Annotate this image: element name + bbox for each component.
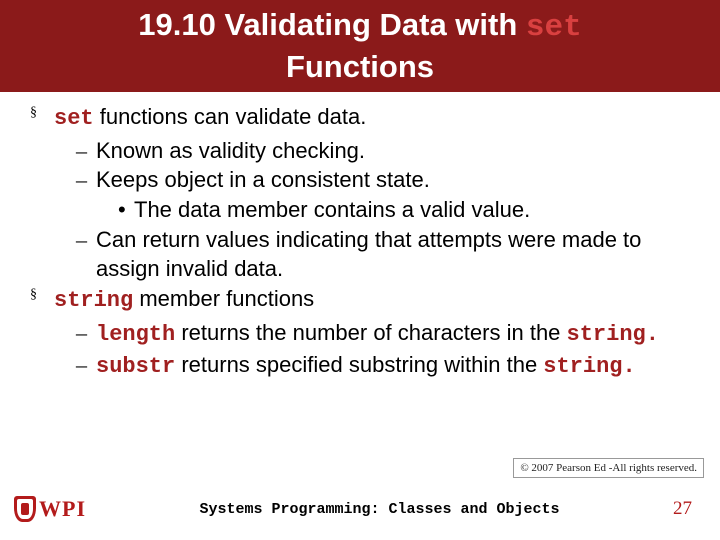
keyword-string-2b: string xyxy=(543,354,622,379)
footer: WPI Systems Programming: Classes and Obj… xyxy=(0,496,720,522)
title-post: Functions xyxy=(286,49,434,84)
dot-2b: . xyxy=(623,354,636,379)
bullet-1: set functions can validate data. xyxy=(22,102,698,134)
keyword-string: string xyxy=(54,288,133,313)
title-keyword: set xyxy=(526,10,582,45)
keyword-string-2a: string xyxy=(567,322,646,347)
copyright-box: © 2007 Pearson Ed -All rights reserved. xyxy=(513,458,704,478)
bullet-1b: Keeps object in a consistent state. xyxy=(22,165,698,195)
bullet-1a: Known as validity checking. xyxy=(22,136,698,166)
title-pre: 19.10 Validating Data with xyxy=(138,7,526,42)
slide-title: 19.10 Validating Data with set Functions xyxy=(0,0,720,92)
keyword-set: set xyxy=(54,106,94,131)
dot-2a: . xyxy=(646,322,659,347)
shield-icon xyxy=(14,496,36,522)
bullet-1c: Can return values indicating that attemp… xyxy=(22,225,698,284)
bullet-2a: length returns the number of characters … xyxy=(22,318,698,350)
logo-text: WPI xyxy=(39,496,86,522)
slide-body: set functions can validate data. Known a… xyxy=(0,92,720,381)
keyword-substr: substr xyxy=(96,354,175,379)
bullet-2-text: member functions xyxy=(133,286,314,311)
page-number: 27 xyxy=(673,498,692,520)
bullet-1b1: The data member contains a valid value. xyxy=(22,195,698,225)
bullet-2b-mid: returns specified substring within the xyxy=(175,352,543,377)
bullet-2: string member functions xyxy=(22,284,698,316)
wpi-logo: WPI xyxy=(14,496,86,522)
keyword-length: length xyxy=(96,322,175,347)
bullet-1-text: functions can validate data. xyxy=(94,104,367,129)
footer-center-text: Systems Programming: Classes and Objects xyxy=(86,501,673,518)
bullet-2b: substr returns specified substring withi… xyxy=(22,350,698,382)
bullet-2a-mid: returns the number of characters in the xyxy=(175,320,566,345)
